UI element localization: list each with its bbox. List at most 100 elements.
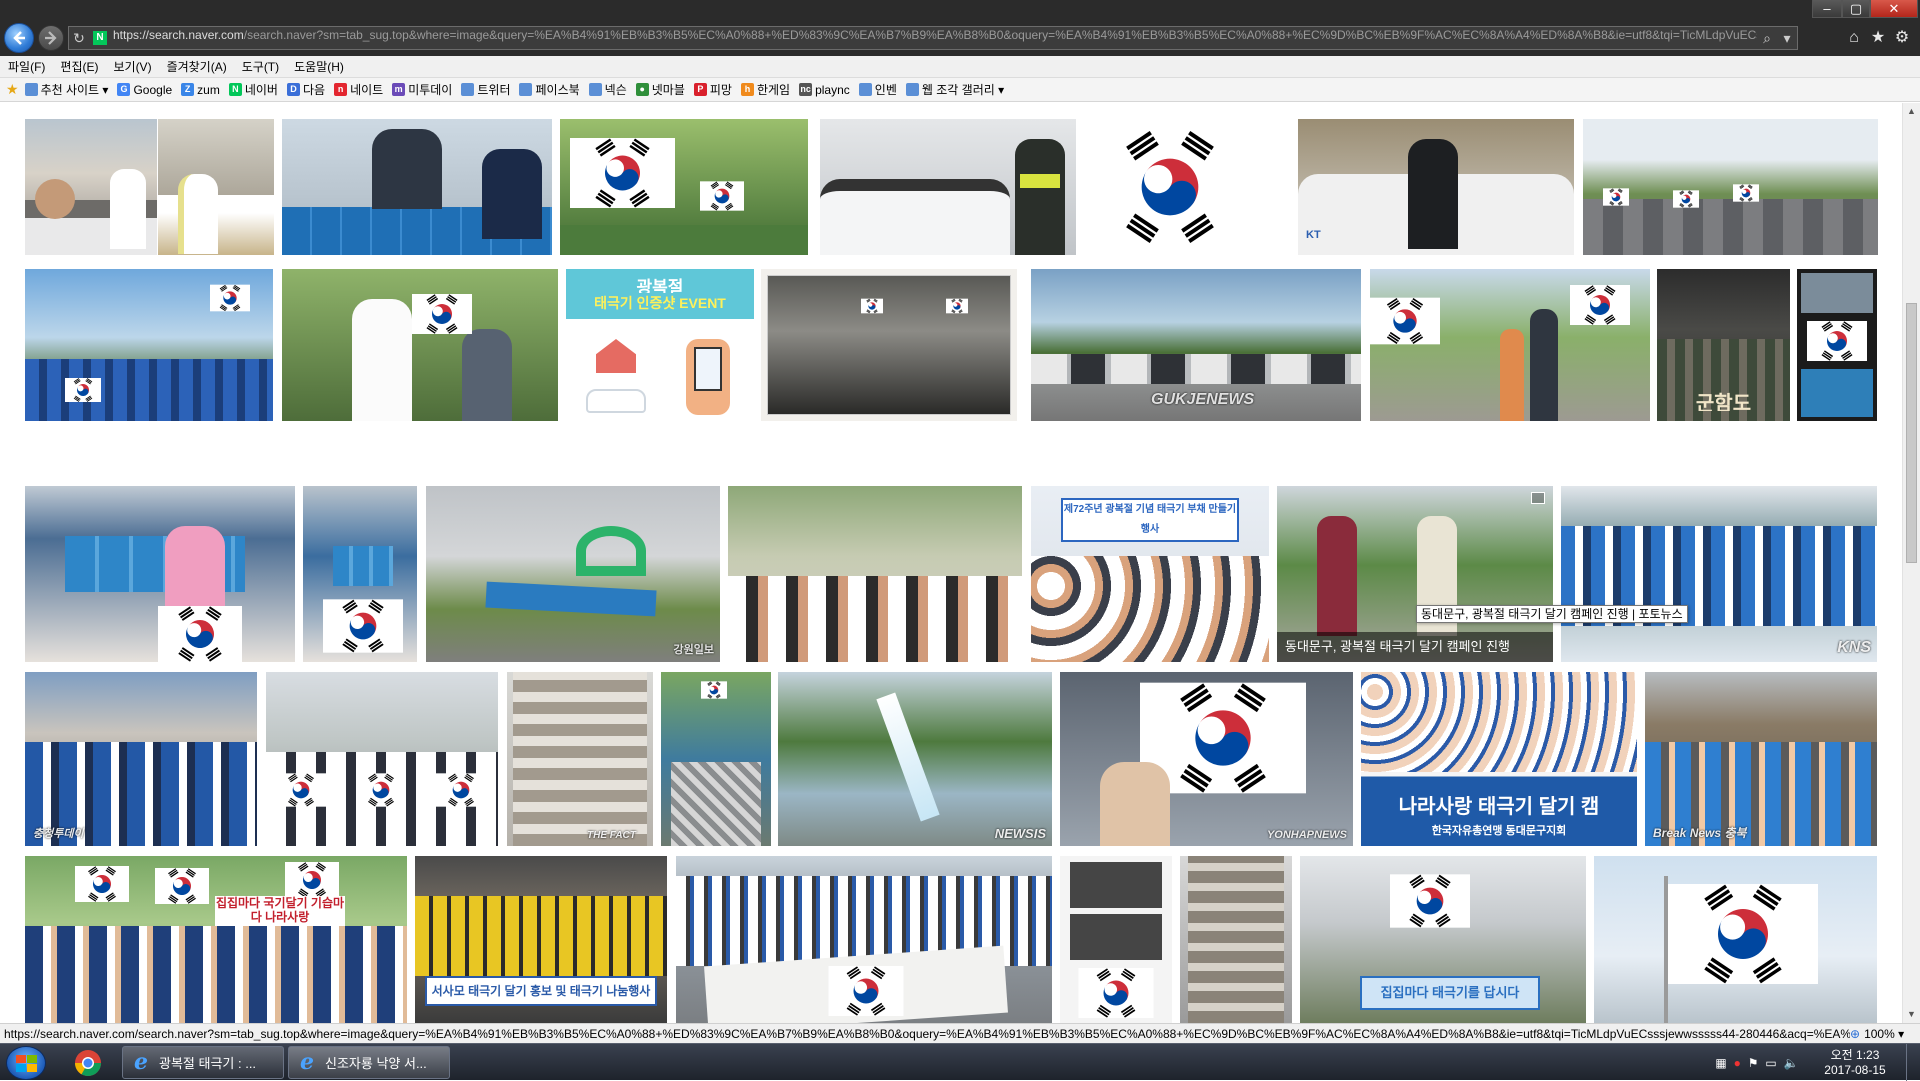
minimize-button[interactable]: ‒ <box>1812 0 1842 18</box>
menu-tools[interactable]: 도구(T) <box>242 58 279 75</box>
monitor-icon[interactable]: ▭ <box>1765 1056 1776 1070</box>
dropdown-icon[interactable]: ▾ <box>1777 28 1797 48</box>
image-thumbnail[interactable] <box>158 119 274 255</box>
favorite-link[interactable]: 인벤 <box>858 81 897 98</box>
menu-view[interactable]: 보기(V) <box>113 58 151 75</box>
image-caption: 동대문구, 광복절 태극기 달기 캠페인 진행 <box>1277 632 1553 662</box>
image-thumbnail[interactable]: 군함도 <box>1657 269 1790 421</box>
close-button[interactable]: ✕ <box>1870 0 1918 18</box>
menu-file[interactable]: 파일(F) <box>8 58 45 75</box>
favorite-link[interactable]: 추천 사이트 ▾ <box>24 81 108 98</box>
image-thumbnail[interactable] <box>1085 119 1255 255</box>
event-subtitle: 태극기 인증샷 EVENT <box>594 295 726 311</box>
clock[interactable]: 오전 1:23 2017-08-15 <box>1810 1048 1900 1078</box>
menu-favorites[interactable]: 즐겨찾기(A) <box>167 58 227 75</box>
menu-edit[interactable]: 편집(E) <box>60 58 98 75</box>
scroll-thumb[interactable] <box>1906 303 1917 563</box>
favorite-link[interactable]: N 네이버 <box>228 81 278 98</box>
show-desktop-button[interactable] <box>1906 1044 1920 1081</box>
image-thumbnail[interactable] <box>560 119 808 255</box>
image-thumbnail[interactable]: THE FACT <box>507 672 653 846</box>
image-thumbnail[interactable] <box>761 269 1017 421</box>
image-thumbnail[interactable]: 집집마다 국기달기 기습마다 나라사랑 <box>25 856 407 1023</box>
image-thumbnail[interactable] <box>282 269 558 421</box>
zoom-control[interactable]: ⊕ 100% ▾ <box>1850 1027 1920 1041</box>
url-input[interactable]: https://search.naver.com/search.naver?sm… <box>113 28 1757 48</box>
favorite-link[interactable]: G Google <box>117 83 172 97</box>
scroll-up-icon[interactable]: ▲ <box>1903 103 1920 120</box>
image-thumbnail[interactable]: 나라사랑 태극기 달기 캠 한국자유총연맹 동대문구지회 <box>1361 672 1637 846</box>
favorite-link[interactable]: nc plaync <box>799 83 850 97</box>
start-button[interactable] <box>6 1046 46 1080</box>
image-thumbnail[interactable]: KT <box>1298 119 1574 255</box>
image-thumbnail[interactable]: 광복절 태극기 인증샷 EVENT <box>566 269 754 421</box>
image-thumbnail[interactable] <box>820 119 1076 255</box>
favorite-link[interactable]: P 피망 <box>693 81 732 98</box>
image-thumbnail[interactable]: KNS <box>1561 486 1877 662</box>
scroll-down-icon[interactable]: ▼ <box>1903 1006 1920 1023</box>
search-icon[interactable]: ⌕ <box>1757 28 1777 48</box>
chrome-icon <box>74 1050 102 1077</box>
image-thumbnail[interactable] <box>1594 856 1877 1023</box>
favorite-link[interactable]: 페이스북 <box>519 81 580 98</box>
image-thumbnail[interactable] <box>282 119 552 255</box>
star-icon[interactable]: ★ <box>1868 28 1888 48</box>
image-thumbnail[interactable] <box>303 486 417 662</box>
favorite-link[interactable]: Zzum <box>181 83 220 97</box>
favorite-link[interactable]: ● 넷마블 <box>635 81 685 98</box>
image-thumbnail[interactable]: 서사모 태극기 달기 홍보 및 태극기 나눔행사 <box>415 856 667 1023</box>
favorite-link[interactable]: n 네이트 <box>334 81 383 98</box>
address-bar[interactable]: ↻ N https://search.naver.com/search.nave… <box>68 26 1798 50</box>
image-thumbnail[interactable]: 동대문구, 광복절 태극기 달기 캠페인 진행 <box>1277 486 1553 662</box>
flag-icon[interactable]: ⚑ <box>1748 1056 1759 1070</box>
network-icon[interactable]: ▦ <box>1715 1056 1726 1070</box>
image-thumbnail[interactable]: 집집마다 태극기를 답시다 <box>1300 856 1586 1023</box>
image-thumbnail[interactable] <box>25 486 295 662</box>
image-thumbnail[interactable] <box>266 672 498 846</box>
favorite-link[interactable]: 트위터 <box>461 81 510 98</box>
favorite-link[interactable]: 웹 조각 갤러리 ▾ <box>905 81 1004 98</box>
home-icon[interactable]: ⌂ <box>1844 28 1864 48</box>
image-thumbnail[interactable]: 충청투데이 <box>25 672 257 846</box>
image-thumbnail[interactable]: GUKJENEWS <box>1031 269 1361 421</box>
image-thumbnail[interactable] <box>661 672 771 846</box>
vertical-scrollbar[interactable]: ▲ ▼ <box>1902 103 1920 1023</box>
favorite-link[interactable]: D 다음 <box>286 81 325 98</box>
image-thumbnail[interactable] <box>728 486 1022 662</box>
taskbar-ie-window[interactable]: e 신조자룡 낙양 서... <box>288 1046 450 1079</box>
image-thumbnail[interactable]: Break News 충북 <box>1645 672 1877 846</box>
page-icon <box>858 83 872 96</box>
image-thumbnail[interactable] <box>1370 269 1650 421</box>
volume-icon[interactable]: 🔈 <box>1784 1056 1799 1070</box>
image-thumbnail[interactable] <box>1180 856 1292 1023</box>
forward-button[interactable] <box>38 25 64 51</box>
chrome-taskbar-button[interactable] <box>62 1047 114 1078</box>
gear-icon[interactable]: ⚙ <box>1892 28 1912 48</box>
favorite-link[interactable]: m 미투데이 <box>392 81 452 98</box>
favorite-link[interactable]: 넥슨 <box>588 81 627 98</box>
image-thumbnail[interactable] <box>1583 119 1878 255</box>
image-thumbnail[interactable]: NEWSIS <box>778 672 1052 846</box>
image-thumbnail[interactable] <box>25 119 157 255</box>
back-button[interactable] <box>4 23 34 53</box>
taskbar-ie-window[interactable]: e 광복절 태극기 : ... <box>122 1046 284 1079</box>
korean-flag <box>1668 884 1818 984</box>
menu-help[interactable]: 도움말(H) <box>294 58 344 75</box>
maximize-button[interactable]: ▢ <box>1842 0 1870 18</box>
image-thumbnail[interactable]: 강원일보 <box>426 486 720 662</box>
expand-icon[interactable] <box>1531 492 1545 504</box>
refresh-icon[interactable]: ↻ <box>69 28 89 48</box>
favorites-list: 추천 사이트 ▾ G Google Zzum N 네이버 D 다음 n 네이트 m 미투데이 트위터 페이… <box>24 81 1014 98</box>
favorites-star-icon[interactable]: ★ <box>6 81 19 98</box>
image-thumbnail[interactable] <box>676 856 1052 1023</box>
image-thumbnail[interactable]: YONHAPNEWS <box>1060 672 1353 846</box>
image-thumbnail[interactable] <box>25 269 273 421</box>
favorite-label: 미투데이 <box>408 83 453 97</box>
image-thumbnail[interactable]: 제72주년 광복절 기념 태극기 부채 만들기 행사 <box>1031 486 1269 662</box>
clock-date: 2017-08-15 <box>1824 1063 1886 1077</box>
image-thumbnail[interactable] <box>1060 856 1172 1023</box>
image-thumbnail[interactable] <box>1797 269 1877 421</box>
ime-icon[interactable]: ● <box>1734 1056 1741 1070</box>
watermark: NEWSIS <box>994 826 1046 841</box>
favorite-link[interactable]: h 한게임 <box>740 81 790 98</box>
